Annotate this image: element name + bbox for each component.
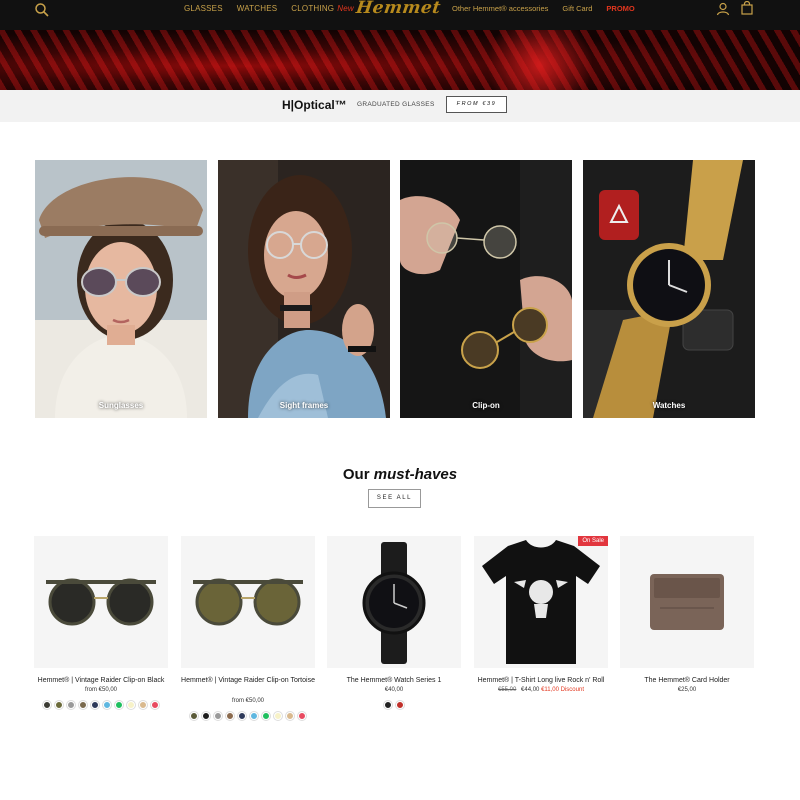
search-icon[interactable] — [34, 2, 50, 18]
color-swatch[interactable] — [115, 701, 123, 709]
product-name[interactable]: Hemmet® | T-Shirt Long live Rock n' Roll — [474, 675, 608, 686]
color-swatch[interactable] — [127, 701, 135, 709]
nav-promo[interactable]: PROMO — [606, 4, 634, 13]
black-clip-on-sunglasses-image — [46, 578, 156, 626]
color-swatch[interactable] — [43, 701, 51, 709]
color-swatch[interactable] — [103, 701, 111, 709]
nav-watches[interactable]: WATCHES — [237, 4, 278, 13]
sunglasses-model-image — [35, 160, 207, 418]
sale-price: €44,00 — [521, 687, 540, 693]
cart-icon[interactable] — [740, 1, 754, 15]
color-swatch[interactable] — [55, 701, 63, 709]
category-label: Clip-on — [472, 401, 500, 410]
black-watch-image — [362, 542, 426, 664]
category-card-watches[interactable]: Watches — [583, 160, 755, 418]
nav-glasses[interactable]: GLASSES — [184, 4, 223, 13]
color-swatch[interactable] — [151, 701, 159, 709]
original-price: €55,00 — [498, 687, 517, 693]
category-card-sunglasses[interactable]: Sunglasses — [35, 160, 207, 418]
product-price: from €50,00 — [84, 687, 118, 693]
color-swatch[interactable] — [79, 701, 87, 709]
optical-from-button[interactable]: FROM €39 — [446, 96, 507, 113]
color-swatch[interactable] — [274, 712, 282, 720]
product-name[interactable]: The Hemmet® Card Holder — [620, 675, 754, 686]
product-price: €40,00 — [384, 687, 404, 693]
category-label: Sight frames — [279, 401, 329, 410]
product-name[interactable]: Hemmet® | Vintage Raider Clip-on Tortois… — [181, 675, 315, 686]
must-haves-heading: Our must-haves — [0, 466, 800, 483]
color-swatches — [34, 701, 168, 709]
color-swatch[interactable] — [298, 712, 306, 720]
color-swatches — [181, 712, 315, 720]
new-badge: New — [337, 4, 354, 13]
product-image[interactable] — [620, 536, 754, 668]
product-image[interactable] — [34, 536, 168, 668]
discount-text: €11,00 Discount — [541, 687, 584, 693]
see-all-button[interactable]: SEE ALL — [368, 489, 421, 508]
category-label: Sunglasses — [98, 401, 144, 410]
color-swatch[interactable] — [238, 712, 246, 720]
nav-clothing-label: CLOTHING — [291, 4, 335, 13]
optical-brand: H|Optical™ — [282, 98, 347, 112]
secondary-nav: Other Hemmet® accessories Gift Card PROM… — [452, 4, 635, 13]
on-sale-badge: On Sale — [578, 536, 608, 546]
tshirt-image — [482, 540, 600, 664]
color-swatch[interactable] — [396, 701, 404, 709]
product-price: from €50,00 — [231, 698, 265, 704]
brand-logo[interactable]: Hemmet — [354, 0, 442, 20]
category-card-clip-on[interactable]: Clip-on — [400, 160, 572, 418]
color-swatches — [327, 701, 461, 709]
color-swatch[interactable] — [262, 712, 270, 720]
color-swatch[interactable] — [250, 712, 258, 720]
card-holder-image — [650, 574, 724, 630]
nav-gift-card[interactable]: Gift Card — [562, 4, 592, 13]
color-swatch[interactable] — [139, 701, 147, 709]
color-swatch[interactable] — [91, 701, 99, 709]
product-name[interactable]: The Hemmet® Watch Series 1 — [327, 675, 461, 686]
color-swatch[interactable] — [226, 712, 234, 720]
color-swatch[interactable] — [67, 701, 75, 709]
color-swatch[interactable] — [214, 712, 222, 720]
account-icon[interactable] — [716, 2, 730, 16]
hero-banner-image — [0, 30, 800, 90]
product-image[interactable] — [327, 536, 461, 668]
sight-frames-model-image — [218, 160, 390, 418]
primary-nav: GLASSES WATCHES CLOTHING New — [184, 4, 354, 13]
heading-prefix: Our — [342, 466, 370, 483]
product-image[interactable]: On Sale — [474, 536, 608, 668]
top-navigation-bar: GLASSES WATCHES CLOTHING New Hemmet Other… — [0, 0, 800, 30]
product-image[interactable] — [181, 536, 315, 668]
product-price: €25,00 — [677, 687, 697, 693]
tortoise-clip-on-sunglasses-image — [193, 578, 303, 626]
heading-emphasis: must-haves — [373, 466, 458, 483]
category-label: Watches — [652, 401, 686, 410]
product-price-group: €55,00 €44,00 €11,00 Discount — [474, 687, 608, 693]
category-card-sight-frames[interactable]: Sight frames — [218, 160, 390, 418]
watches-product-image — [583, 160, 755, 418]
color-swatch[interactable] — [190, 712, 198, 720]
color-swatch[interactable] — [384, 701, 392, 709]
optical-subtitle: GRADUATED GLASSES — [357, 101, 435, 108]
color-swatch[interactable] — [202, 712, 210, 720]
nav-accessories[interactable]: Other Hemmet® accessories — [452, 4, 548, 13]
product-name[interactable]: Hemmet® | Vintage Raider Clip-on Black — [34, 675, 168, 686]
color-swatch[interactable] — [286, 712, 294, 720]
optical-banner: H|Optical™ GRADUATED GLASSES FROM €39 — [0, 90, 800, 122]
nav-clothing[interactable]: CLOTHING New — [291, 4, 354, 13]
clip-on-product-image — [400, 160, 572, 418]
